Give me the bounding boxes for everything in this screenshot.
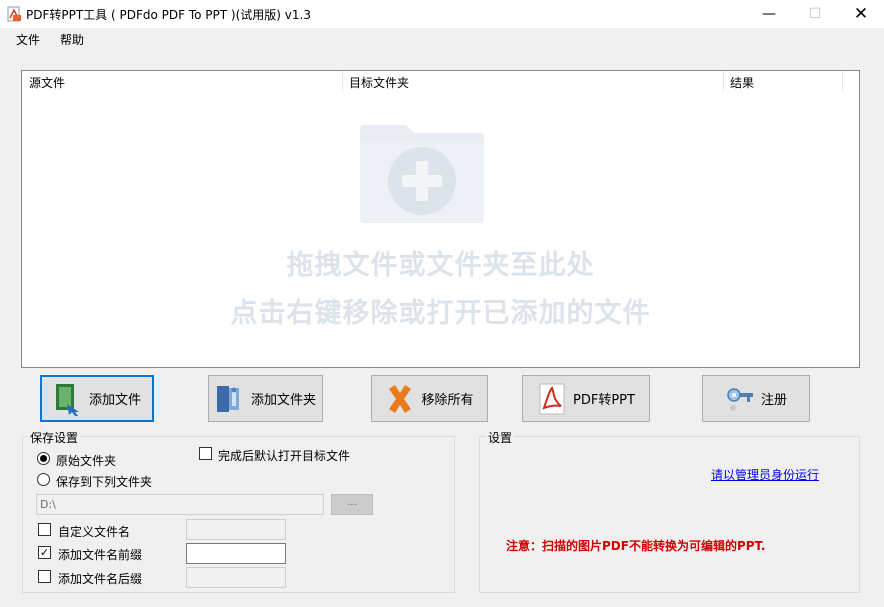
key-icon [727,387,753,411]
add-suffix-checkbox[interactable] [38,570,51,583]
prefix-input[interactable] [186,543,286,564]
remove-all-label: 移除所有 [421,393,474,408]
menu-bar: 文件 帮助 [0,28,884,50]
add-folder-watermark-icon [360,125,484,223]
suffix-input[interactable] [186,567,286,588]
convert-label: PDF转PPT [573,393,635,408]
run-as-admin-link[interactable]: 请以管理员身份运行 [711,466,819,483]
menu-file[interactable]: 文件 [16,31,40,48]
drop-hint-right-click: 点击右键移除或打开已添加的文件 [230,298,651,329]
add-prefix-label[interactable]: 添加文件名前缀 [58,546,142,563]
file-list[interactable]: 源文件 目标文件夹 结果 拖拽文件或文件夹至此处 点击右键移除或打开已添加的文件 [21,70,860,368]
browse-button[interactable]: ... [331,494,373,515]
remove-all-button[interactable]: 移除所有 [371,375,488,422]
save-to-folder-radio[interactable] [37,473,50,486]
save-settings-title: 保存设置 [28,429,81,446]
file-list-header: 源文件 目标文件夹 结果 [22,71,859,91]
custom-name-input[interactable] [186,519,286,540]
minimize-button[interactable]: — [746,0,792,28]
open-after-checkbox[interactable] [199,447,212,460]
column-target[interactable]: 目标文件夹 [349,74,409,91]
pdf-app-icon [7,6,21,22]
custom-name-label[interactable]: 自定义文件名 [58,523,130,540]
original-folder-label[interactable]: 原始文件夹 [56,452,116,469]
pdf-icon [539,383,565,414]
close-button[interactable]: ✕ [838,0,884,28]
column-divider[interactable] [842,71,843,91]
remove-x-icon [389,384,412,413]
column-result[interactable]: 结果 [730,74,754,91]
maximize-button[interactable]: ☐ [792,0,838,28]
custom-name-checkbox[interactable] [38,523,51,536]
open-after-label[interactable]: 完成后默认打开目标文件 [218,447,350,464]
settings-group [479,436,860,593]
add-file-button[interactable]: 添加文件 [40,375,154,422]
save-to-folder-label[interactable]: 保存到下列文件夹 [56,473,152,490]
add-file-label: 添加文件 [88,393,141,408]
add-file-icon [55,383,79,416]
add-folder-button[interactable]: 添加文件夹 [208,375,323,422]
settings-title: 设置 [486,429,515,446]
add-folder-label: 添加文件夹 [250,393,316,408]
register-label: 注册 [760,393,787,408]
add-suffix-label[interactable]: 添加文件名后缀 [58,570,142,587]
scanned-pdf-notice: 注意：扫描的图片PDF不能转换为可编辑的PPT. [506,539,766,553]
menu-help[interactable]: 帮助 [60,31,84,48]
title-bar: PDF转PPT工具 ( PDFdo PDF To PPT )(试用版) v1.3… [0,0,884,28]
drop-hint-drag: 拖拽文件或文件夹至此处 [286,250,595,281]
add-prefix-checkbox[interactable]: ✓ [38,546,51,559]
add-folder-icon [216,385,239,412]
output-folder-input[interactable]: D:\ [36,494,324,515]
convert-pdf-to-ppt-button[interactable]: PDF转PPT [522,375,650,422]
window-title: PDF转PPT工具 ( PDFdo PDF To PPT )(试用版) v1.3 [26,8,311,22]
register-button[interactable]: 注册 [702,375,810,422]
column-divider[interactable] [723,71,724,91]
column-divider[interactable] [342,71,343,91]
column-source[interactable]: 源文件 [29,74,65,91]
original-folder-radio[interactable] [37,452,50,465]
